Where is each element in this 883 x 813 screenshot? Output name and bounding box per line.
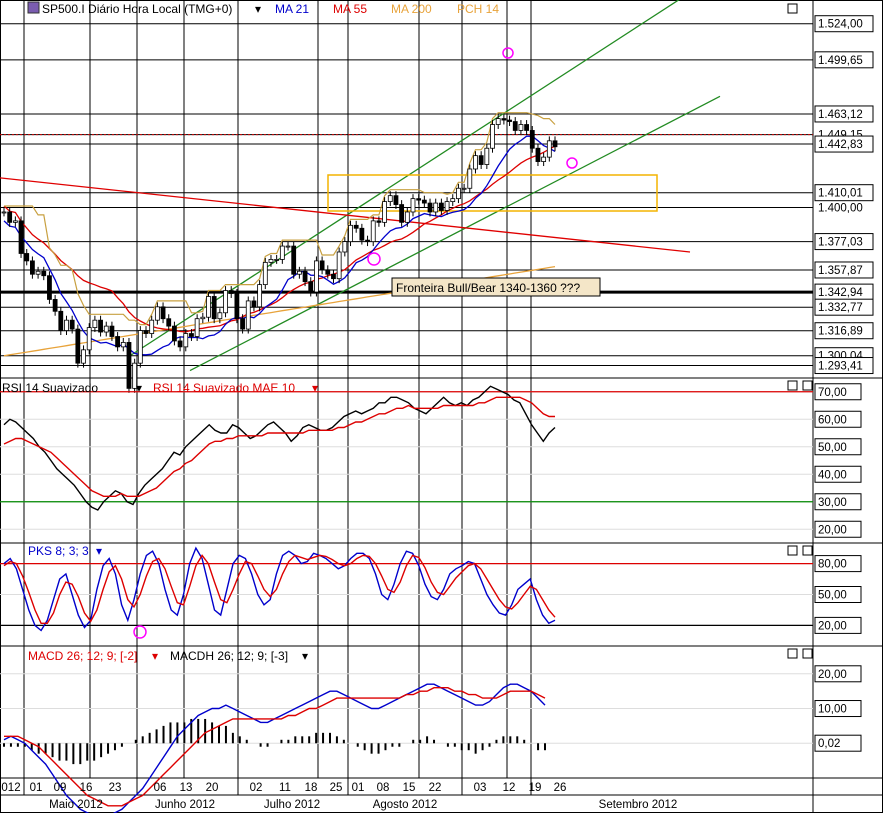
price-tick-label: 1.357,87 [818, 265, 863, 277]
price-tick-label: 1.342,94 [818, 287, 863, 299]
sub-tick-label: 50,00 [818, 442, 847, 454]
x-day-label: 20 [206, 782, 219, 794]
x-month-label: Agosto 2012 [373, 799, 438, 811]
candle [126, 337, 132, 393]
candle [86, 323, 92, 355]
x-day-label: 12 [503, 782, 516, 794]
x-day-label: 15 [403, 782, 416, 794]
price-tick-label: 1.442,83 [818, 139, 863, 151]
sub-tick-label: 70,00 [818, 387, 847, 399]
candle [137, 326, 143, 368]
sub-tick-label: 50,00 [818, 590, 847, 602]
x-day-label: 18 [305, 782, 318, 794]
legend-ma55[interactable]: MA 55 [333, 2, 367, 16]
rsi-mae-legend-label[interactable]: RSI 14 Suavizado MAE 10 [153, 381, 295, 395]
candle [291, 241, 297, 279]
price-tick-label: 1.293,41 [818, 361, 863, 373]
candle [18, 216, 24, 258]
x-month-label: Junho 2012 [155, 799, 215, 811]
symbol-title[interactable]: SP500.I Diário Hora Local (TMG+0) [42, 2, 232, 16]
pks-minimize-icon[interactable] [787, 545, 798, 556]
x-day-label: 22 [429, 782, 442, 794]
x-day-label: 19 [529, 782, 542, 794]
x-day-label: 23 [109, 782, 122, 794]
price-tick-label: 1.524,00 [818, 19, 863, 31]
price-tick-label: 1.377,03 [818, 237, 863, 249]
candle [467, 164, 473, 193]
price-tick-label: 1.499,65 [818, 55, 863, 67]
macd-minimize-icon[interactable] [787, 648, 798, 659]
annotation-text: Fronteira Bull/Bear 1340-1360 ??? [396, 281, 580, 295]
x-day-label: 02 [250, 782, 263, 794]
candle [490, 120, 495, 153]
rsi-legend-label[interactable]: RSI 14 Suavizado [2, 381, 98, 395]
x-day-label: 01 [352, 782, 365, 794]
sub-tick-label: 20,00 [818, 669, 847, 681]
candle [75, 324, 81, 368]
candle [211, 292, 217, 324]
pks-close-icon[interactable] [802, 545, 813, 556]
candle [262, 257, 268, 290]
candle [245, 296, 251, 334]
bull-bear-annotation: Fronteira Bull/Bear 1340-1360 ??? [391, 277, 601, 297]
sub-tick-label: 0,02 [818, 738, 840, 750]
sub-tick-label: 60,00 [818, 414, 847, 426]
candle [234, 289, 240, 324]
candle [382, 197, 387, 227]
sub-tick-label: 80,00 [818, 559, 847, 571]
sub-tick-label: 20,00 [818, 620, 847, 632]
sub-tick-label: 20,00 [818, 524, 847, 536]
x-day-label: 08 [377, 782, 390, 794]
price-tick-label: 1.410,01 [818, 188, 863, 200]
x-month-label: Setembro 2012 [599, 799, 678, 811]
candle [206, 292, 211, 322]
macd-close-icon[interactable] [802, 648, 813, 659]
price-panel-maximize-icon[interactable] [787, 3, 798, 14]
sub-tick-label: 10,00 [818, 704, 847, 716]
x-month-label: Maio 2012 [49, 799, 103, 811]
macdh-dropdown-icon[interactable]: ▾ [302, 649, 308, 663]
rsi-minimize-icon[interactable] [787, 380, 798, 391]
pks-legend-label[interactable]: PKS 8; 3; 3 [28, 544, 89, 558]
legend-ma200[interactable]: MA 200 [391, 2, 432, 16]
x-day-label: 06 [154, 782, 167, 794]
price-tick-label: 1.400,00 [818, 203, 863, 215]
symbol-dropdown-icon[interactable]: ▾ [255, 2, 261, 16]
candle [314, 256, 319, 297]
candle [223, 286, 228, 318]
candle [257, 280, 263, 312]
x-day-label: 03 [474, 782, 487, 794]
x-month-label: Julho 2012 [264, 799, 320, 811]
price-tick-label: 1.316,89 [818, 326, 863, 338]
x-day-label: 16 [80, 782, 93, 794]
legend-ma21[interactable]: MA 21 [275, 2, 309, 16]
symbol-icon [27, 1, 40, 14]
candle [370, 216, 376, 247]
candle [336, 247, 342, 284]
x-day-label: 012 [1, 782, 20, 794]
macd-dropdown-icon[interactable]: ▾ [152, 649, 158, 663]
x-day-label: 01 [30, 782, 43, 794]
candle [58, 306, 64, 336]
rsi-mae-dropdown-icon[interactable]: ▾ [312, 381, 318, 395]
x-day-label: 11 [279, 782, 291, 794]
x-day-label: 25 [330, 782, 343, 794]
x-day-label: 09 [54, 782, 67, 794]
x-day-label: 13 [180, 782, 193, 794]
rsi-legend-dropdown-icon[interactable]: ▾ [136, 381, 142, 395]
price-tick-label: 1.463,12 [818, 109, 863, 121]
sub-tick-label: 30,00 [818, 497, 847, 509]
macd-legend-label[interactable]: MACD 26; 12; 9; [-2] [28, 649, 137, 663]
pks-dropdown-icon[interactable]: ▾ [96, 544, 102, 558]
chart-canvas: 1.524,001.499,651.463,121.449,151.442,83… [0, 0, 883, 813]
sub-tick-label: 40,00 [818, 469, 847, 481]
legend-pch14[interactable]: PCH 14 [457, 2, 499, 16]
x-day-label: 26 [554, 782, 567, 794]
macdh-legend-label[interactable]: MACDH 26; 12; 9; [-3] [170, 649, 288, 663]
rsi-close-icon[interactable] [802, 380, 813, 391]
candle [47, 271, 52, 304]
price-tick-label: 1.332,77 [818, 302, 863, 314]
